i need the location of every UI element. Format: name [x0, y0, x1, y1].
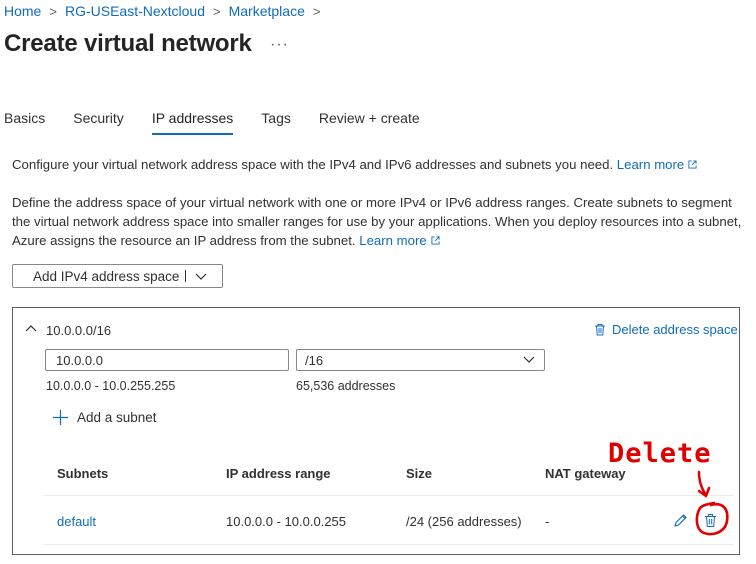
address-input[interactable]: 10.0.0.0 [45, 349, 289, 371]
intro-text: Configure your virtual network address s… [12, 155, 742, 174]
page-title: Create virtual network [4, 30, 252, 57]
chevron-right-icon: > [312, 3, 321, 19]
subnet-ip-range: 10.0.0.0 - 10.0.0.255 [226, 514, 346, 529]
breadcrumb-home[interactable]: Home [4, 3, 41, 19]
table-row [44, 496, 734, 544]
add-ipv4-address-space-label: Add IPv4 address space [33, 268, 180, 284]
trash-icon [595, 324, 605, 336]
tab-tags[interactable]: Tags [261, 108, 291, 135]
delete-address-space-button[interactable]: Delete address space [594, 322, 738, 337]
tab-ip-addresses[interactable]: IP addresses [151, 108, 234, 135]
annotation-arrow-and-circle [695, 470, 729, 536]
table-divider [44, 544, 734, 545]
address-space-description: Define the address space of your virtual… [12, 193, 742, 250]
external-link-icon [431, 236, 440, 245]
chevron-up-icon[interactable] [24, 322, 38, 334]
delete-annotation-label: Delete [608, 438, 712, 469]
tab-review-create[interactable]: Review + create [319, 108, 420, 135]
divider [185, 270, 186, 282]
tab-basics[interactable]: Basics [4, 108, 45, 135]
chevron-down-icon [523, 356, 535, 363]
prefix-value: /16 [305, 353, 324, 368]
add-ipv4-address-space-button[interactable]: Add IPv4 address space [12, 264, 223, 288]
external-link-icon [688, 160, 697, 169]
add-subnet-label: Add a subnet [77, 410, 157, 425]
chevron-right-icon: > [49, 3, 57, 19]
column-header-subnets: Subnets [57, 466, 109, 481]
column-header-size: Size [406, 466, 433, 481]
learn-more-link[interactable]: Learn more [617, 157, 697, 172]
tab-security[interactable]: Security [73, 108, 124, 135]
intro-description: Configure your virtual network address s… [12, 157, 614, 172]
plus-icon [53, 410, 68, 425]
chevron-down-icon[interactable] [194, 269, 208, 283]
breadcrumb-resource-group[interactable]: RG-USEast-Nextcloud [65, 3, 205, 19]
tab-bar: Basics Security IP addresses Tags Review… [4, 108, 448, 135]
chevron-right-icon: > [213, 3, 221, 19]
subnet-nat-gateway: - [545, 514, 550, 529]
breadcrumb-marketplace[interactable]: Marketplace [229, 3, 305, 19]
learn-more-label-2: Learn more [359, 233, 427, 248]
learn-more-label: Learn more [616, 157, 685, 172]
subnet-size: /24 (256 addresses) [406, 514, 522, 529]
subnet-name-link[interactable]: default [57, 514, 96, 529]
column-header-ip-range: IP address range [226, 466, 331, 481]
learn-more-link-2[interactable]: Learn more [359, 233, 440, 248]
prefix-dropdown[interactable]: /16 [296, 349, 545, 371]
more-options-button[interactable]: ··· [270, 36, 289, 54]
breadcrumb: Home > RG-USEast-Nextcloud > Marketplace… [4, 3, 322, 19]
add-subnet-button[interactable]: Add a subnet [53, 410, 157, 425]
address-range-text: 10.0.0.0 - 10.0.255.255 [46, 379, 176, 393]
address-count-text: 65,536 addresses [296, 379, 396, 393]
delete-address-space-label: Delete address space [612, 322, 738, 337]
address-space-title: 10.0.0.0/16 [46, 323, 112, 338]
